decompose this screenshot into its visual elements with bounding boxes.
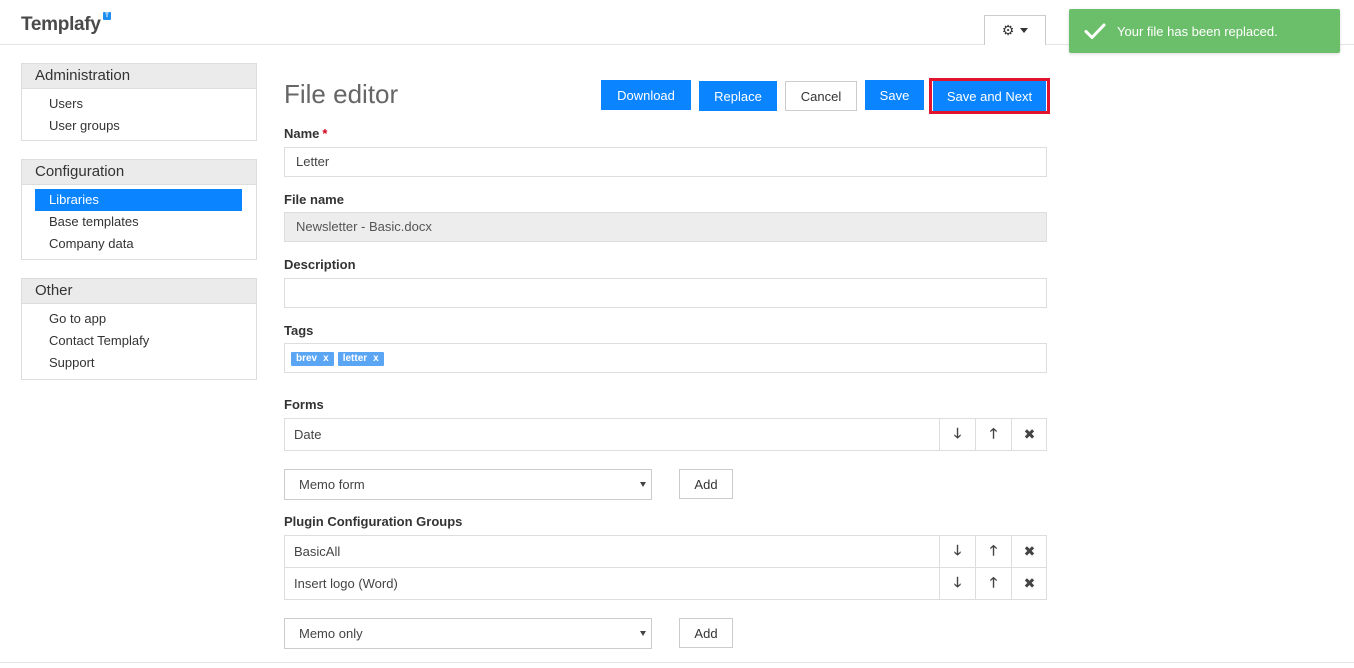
download-button[interactable]: Download	[601, 80, 691, 110]
arrow-down-icon[interactable]: 🡓	[939, 419, 975, 450]
form-name: Date	[294, 427, 322, 442]
tags-label: Tags	[284, 323, 314, 338]
select-arrow-icon	[640, 631, 646, 636]
forms-label: Forms	[284, 397, 324, 412]
list-item: Date 🡓 🡑 ✖	[284, 418, 1047, 451]
plugin-group-name: BasicAll	[294, 544, 341, 559]
arrow-up-icon[interactable]: 🡑	[975, 568, 1011, 599]
cancel-button[interactable]: Cancel	[785, 81, 857, 111]
highlight-box	[929, 78, 1050, 114]
tag-letter: letter x	[337, 351, 384, 366]
templafy-logo[interactable]: Templafy	[21, 14, 101, 36]
logo-badge: T	[103, 12, 111, 20]
plugin-group-name: Insert logo (Word)	[294, 576, 398, 591]
tag-brev: brev x	[291, 351, 334, 366]
sidebar-item-user-groups[interactable]: User groups	[35, 115, 242, 137]
remove-icon[interactable]: ✖	[1011, 568, 1047, 599]
sidebar-item-users[interactable]: Users	[35, 93, 242, 115]
arrow-down-icon[interactable]: 🡓	[939, 536, 975, 567]
sidebar-item-contact-templafy[interactable]: Contact Templafy	[35, 330, 242, 352]
remove-icon[interactable]: ✖	[1011, 536, 1047, 567]
gear-icon: ⚙	[1001, 22, 1015, 38]
panel-title: Configuration	[22, 160, 256, 185]
arrow-down-icon[interactable]: 🡓	[939, 568, 975, 599]
sidebar-panel-administration: Administration Users User groups	[21, 63, 257, 141]
description-label: Description	[284, 257, 356, 272]
replace-button[interactable]: Replace	[699, 81, 777, 111]
sidebar-item-base-templates[interactable]: Base templates	[35, 211, 242, 233]
sidebar-item-company-data[interactable]: Company data	[35, 233, 242, 255]
add-plugin-group-button[interactable]: Add	[679, 618, 733, 648]
forms-select[interactable]: Memo form	[284, 469, 652, 500]
sidebar-item-libraries[interactable]: Libraries	[35, 189, 242, 211]
remove-icon[interactable]: ✖	[1011, 419, 1047, 450]
tag-remove-icon[interactable]: x	[373, 353, 379, 364]
plugin-group-select[interactable]: Memo only	[284, 618, 652, 649]
divider	[0, 662, 1354, 663]
file-name-field: Newsletter - Basic.docx	[284, 212, 1047, 242]
success-toast[interactable]: Your file has been replaced.	[1069, 9, 1340, 53]
settings-dropdown-button[interactable]: ⚙	[984, 15, 1046, 45]
name-input[interactable]: Letter	[284, 147, 1047, 177]
list-item: Insert logo (Word) 🡓 🡑 ✖	[284, 567, 1047, 600]
sidebar-panel-other: Other Go to app Contact Templafy Support	[21, 278, 257, 380]
sidebar-item-support[interactable]: Support	[35, 352, 242, 374]
file-name-label: File name	[284, 192, 344, 207]
save-button[interactable]: Save	[865, 80, 924, 110]
caret-down-icon	[1020, 28, 1029, 33]
check-icon	[1084, 23, 1106, 39]
panel-title: Other	[22, 279, 256, 304]
arrow-up-icon[interactable]: 🡑	[975, 419, 1011, 450]
description-input[interactable]	[284, 278, 1047, 308]
add-form-button[interactable]: Add	[679, 469, 733, 499]
toast-message: Your file has been replaced.	[1117, 23, 1278, 39]
required-mark: *	[322, 126, 328, 141]
sidebar-panel-configuration: Configuration Libraries Base templates C…	[21, 159, 257, 260]
name-label: Name *	[284, 126, 328, 141]
arrow-up-icon[interactable]: 🡑	[975, 536, 1011, 567]
tag-remove-icon[interactable]: x	[323, 353, 329, 364]
tags-input[interactable]: brev x letter x	[284, 343, 1047, 373]
panel-title: Administration	[22, 64, 256, 89]
sidebar-item-go-to-app[interactable]: Go to app	[35, 308, 242, 330]
list-item: BasicAll 🡓 🡑 ✖	[284, 535, 1047, 568]
plugin-groups-label: Plugin Configuration Groups	[284, 514, 463, 529]
select-arrow-icon	[640, 482, 646, 487]
page-title: File editor	[284, 79, 399, 109]
